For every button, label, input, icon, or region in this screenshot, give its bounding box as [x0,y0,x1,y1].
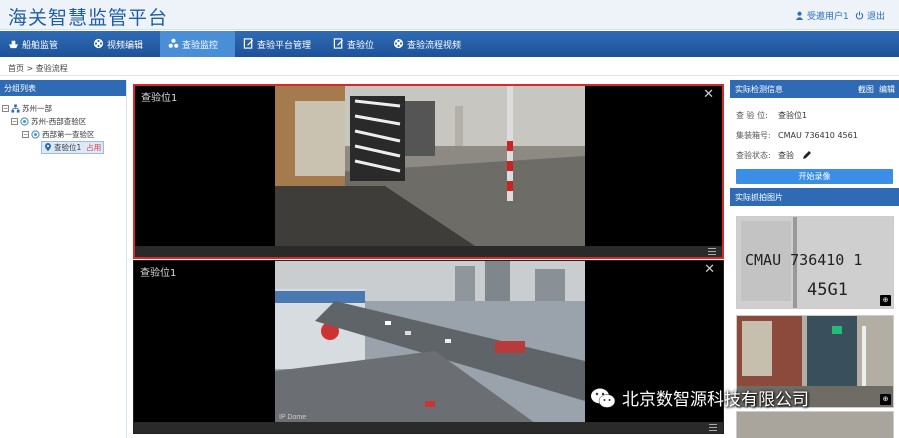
detect-info-title: 实际检测信息 [735,85,783,94]
captures-title: 实际抓拍图片 [735,193,783,202]
document-edit-icon [243,38,254,49]
detect-info-body: 查 验 位: 查验位1 集装箱号: CMAU 736410 4561 查验状态:… [730,98,899,165]
camera-feed-image: IP Dome [275,261,585,423]
watermark-text: 北京数智源科技有限公司 [622,390,809,410]
collapse-toggle-icon[interactable]: − [22,131,29,138]
breadcrumb-separator: > [26,64,34,73]
area-icon [31,130,40,139]
menu-icon[interactable] [708,248,716,255]
location-pin-icon [45,143,51,152]
tree-node[interactable]: − 苏州-西部查验区 [2,115,126,128]
main-nav: 船舶监管 视频编辑 查验监控 查验平台管理 查验位 查验流程视频 [0,31,899,57]
close-icon[interactable]: ✕ [703,87,714,102]
area-icon [20,117,29,126]
app-title: 海关智慧监管平台 [8,7,169,29]
group-tree: − 苏州一部 − 苏州-西部查验区 − 西部第一查验区 查验位1 占用 [0,96,126,154]
info-value: 查验位1 [778,110,808,120]
info-key: 查 验 位: [736,110,768,120]
video-panel[interactable]: 查验位1 ✕ [133,84,724,259]
wechat-icon [591,388,616,408]
nav-inspection-monitor[interactable]: 查验监控 [160,31,235,57]
info-row: 集装箱号: CMAU 736410 4561 [736,125,893,145]
tree-node-label: 苏州-西部查验区 [31,117,87,126]
video-label: 查验位1 [141,93,178,104]
group-list-header: 分组列表 [0,80,126,96]
nav-label: 查验位 [347,40,375,51]
captures-header: 实际抓拍图片 [730,188,899,206]
breadcrumb-home[interactable]: 首页 [8,64,24,73]
video-control-bar [135,246,722,257]
screenshot-link[interactable]: 截图 [858,85,874,94]
zoom-icon[interactable]: ⊕ [880,394,891,405]
ship-icon [8,40,19,49]
video-label: 查验位1 [140,268,177,279]
power-icon [855,11,864,20]
plate-text-line2: 45G1 [807,280,848,300]
logout-button[interactable]: 退出 [855,9,885,22]
group-list-panel: 分组列表 − 苏州一部 − 苏州-西部查验区 − 西部第一查验区 查验位1 占用 [0,80,127,438]
nav-platform-management[interactable]: 查验平台管理 [235,31,325,57]
camera-feed-image [275,86,585,246]
collapse-toggle-icon[interactable]: − [11,118,18,125]
menu-icon[interactable] [709,424,717,431]
nav-label: 查验监控 [182,40,219,51]
edit-link[interactable]: 编辑 [879,85,895,94]
info-value: 查验 [778,150,794,160]
tree-node-label: 苏州一部 [22,104,52,113]
start-recording-button[interactable]: 开始录像 [736,169,893,184]
info-row: 查 验 位: 查验位1 [736,105,893,125]
org-chart-icon [11,104,20,113]
document-edit-icon [333,38,344,49]
user-icon [795,11,804,20]
breadcrumb: 首页 > 查验流程 [0,58,899,76]
monitor-group-icon [168,38,179,48]
info-key: 查验状态: [736,150,771,160]
logout-label: 退出 [867,12,886,22]
dome-overlay-text: IP Dome [279,414,306,421]
capture-thumbnail[interactable] [736,411,894,438]
nav-video-edit[interactable]: 视频编辑 [85,31,160,57]
selected-node[interactable]: 查验位1 占用 [41,141,105,154]
collapse-toggle-icon[interactable]: − [2,105,9,112]
breadcrumb-current: 查验流程 [35,64,68,73]
tree-node-label: 西部第一查验区 [42,130,95,139]
nav-label: 视频编辑 [107,40,144,51]
film-reel-icon [393,38,404,49]
info-key: 集装箱号: [736,130,771,140]
capture-thumbnail[interactable]: CMAU 736410 1 45G1 ⊕ [736,216,894,309]
wechat-watermark: 北京数智源科技有限公司 [590,385,809,410]
nav-inspection-position[interactable]: 查验位 [325,31,385,57]
nav-process-video[interactable]: 查验流程视频 [385,31,475,57]
info-value: CMAU 736410 4561 [778,130,858,140]
nav-ship-supervision[interactable]: 船舶监管 [0,31,85,57]
plate-text-line1: CMAU 736410 1 [745,251,862,269]
app-header: 海关智慧监管平台 受邀用户1 退出 [0,0,899,30]
tree-node[interactable]: − 苏州一部 [2,102,126,115]
container-number-image: CMAU 736410 1 45G1 [737,217,893,308]
tree-node-selected[interactable]: 查验位1 占用 [2,141,126,154]
occupied-badge: 占用 [86,143,102,152]
video-grid: 查验位1 ✕ 查验位1 ✕ IP Dome [133,84,724,434]
tree-node-label: 查验位1 [54,143,82,152]
video-control-bar [134,422,723,433]
zoom-icon[interactable]: ⊕ [880,295,891,306]
info-row: 查验状态: 查验 [736,145,893,165]
nav-label: 查验平台管理 [257,40,312,51]
user-menu[interactable]: 受邀用户1 [795,9,849,22]
close-icon[interactable]: ✕ [704,262,715,277]
nav-label: 船舶监管 [22,40,59,51]
tree-node[interactable]: − 西部第一查验区 [2,128,126,141]
detect-info-header: 实际检测信息 截图 编辑 [730,80,899,98]
user-name: 受邀用户1 [807,12,849,22]
pencil-icon[interactable] [802,150,812,160]
nav-label: 查验流程视频 [407,40,462,51]
film-reel-icon [93,38,104,49]
